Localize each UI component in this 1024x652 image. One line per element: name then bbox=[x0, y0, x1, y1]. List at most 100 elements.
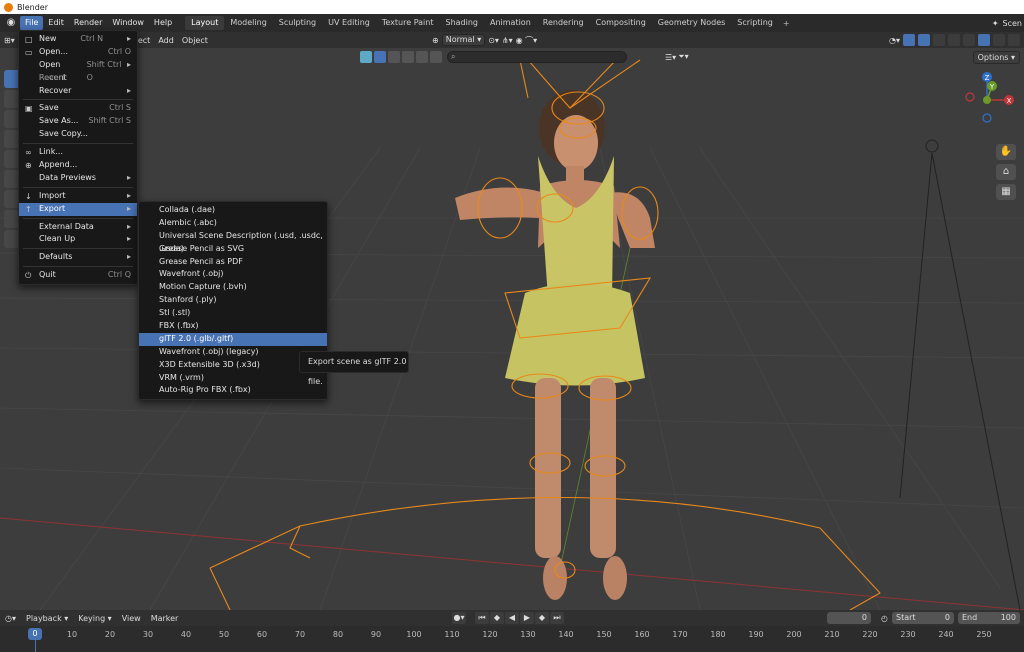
file-menu-recover[interactable]: Recover ▸ bbox=[19, 85, 137, 98]
file-menu-open-recent[interactable]: Open Recent Shift Ctrl O ▸ bbox=[19, 59, 137, 82]
export-stanford-ply[interactable]: Stanford (.ply) bbox=[139, 294, 327, 307]
scene-selector[interactable]: ✦ Scen bbox=[992, 19, 1024, 28]
shading-material-icon[interactable] bbox=[978, 34, 990, 46]
timeline-menu-keying[interactable]: Keying ▾ bbox=[73, 614, 116, 623]
shading-wireframe-icon[interactable] bbox=[948, 34, 960, 46]
file-menu-save[interactable]: ▣ Save Ctrl S bbox=[19, 102, 137, 115]
menu-object[interactable]: Object bbox=[178, 36, 212, 45]
file-menu-import[interactable]: ↓ Import ▸ bbox=[19, 190, 137, 203]
select-box-icon[interactable] bbox=[374, 51, 386, 63]
start-frame-field[interactable]: Start 0 bbox=[892, 612, 954, 624]
prev-keyframe-icon[interactable]: ◆ bbox=[490, 612, 504, 624]
end-frame-field[interactable]: End 100 bbox=[958, 612, 1020, 624]
gizmo-neg-y[interactable] bbox=[983, 96, 991, 104]
select-mode2-icon[interactable] bbox=[402, 51, 414, 63]
tab-sculpting[interactable]: Sculpting bbox=[273, 16, 322, 30]
file-menu-link[interactable]: ∞ Link... bbox=[19, 146, 137, 159]
jump-start-icon[interactable]: ⏮ bbox=[475, 612, 489, 624]
gizmo-neg-z[interactable] bbox=[982, 113, 992, 123]
timeline-ruler[interactable]: 0 10 20 30 40 50 60 70 80 90 100 110 120… bbox=[0, 626, 1024, 652]
playback-controls: ●▾ ⏮ ◆ ◀ ▶ ◆ ⏭ bbox=[452, 612, 564, 624]
tab-uv-editing[interactable]: UV Editing bbox=[322, 16, 376, 30]
pause-icon[interactable] bbox=[1008, 34, 1020, 46]
next-keyframe-icon[interactable]: ◆ bbox=[535, 612, 549, 624]
export-vrm[interactable]: VRM (.vrm) bbox=[139, 372, 327, 385]
blender-menu-icon[interactable]: ◉ bbox=[4, 16, 18, 30]
overlay-toggle-icon[interactable] bbox=[918, 34, 930, 46]
file-menu-open[interactable]: ▭ Open... Ctrl O bbox=[19, 46, 137, 59]
orientation-dropdown[interactable]: Normal ▾ bbox=[441, 34, 486, 46]
visibility-icon[interactable]: ◔▾ bbox=[889, 36, 900, 45]
select-mode4-icon[interactable] bbox=[430, 51, 442, 63]
current-frame-field[interactable]: 0 bbox=[827, 612, 872, 624]
menu-add[interactable]: Add bbox=[154, 36, 178, 45]
editor-type-icon[interactable]: ⊞▾ bbox=[0, 36, 19, 45]
file-menu-data-previews[interactable]: Data Previews ▸ bbox=[19, 172, 137, 185]
export-wavefront-obj[interactable]: Wavefront (.obj) bbox=[139, 268, 327, 281]
filter-icon[interactable]: ⏷▾ bbox=[678, 52, 688, 62]
timeline-menu-marker[interactable]: Marker bbox=[146, 614, 184, 623]
file-menu-append[interactable]: ⊕ Append... bbox=[19, 159, 137, 172]
menu-window[interactable]: Window bbox=[107, 16, 149, 30]
clock-icon[interactable]: ◷▾ bbox=[0, 614, 21, 623]
jump-end-icon[interactable]: ⏭ bbox=[550, 612, 564, 624]
menu-edit[interactable]: Edit bbox=[43, 16, 69, 30]
file-menu-defaults[interactable]: Defaults ▸ bbox=[19, 251, 137, 264]
export-gltf[interactable]: glTF 2.0 (.glb/.gltf) bbox=[139, 332, 327, 346]
tab-shading[interactable]: Shading bbox=[439, 16, 484, 30]
file-menu-export[interactable]: ↑ Export ▸ bbox=[19, 202, 137, 216]
tab-animation[interactable]: Animation bbox=[484, 16, 537, 30]
export-fbx[interactable]: FBX (.fbx) bbox=[139, 320, 327, 333]
export-usd[interactable]: Universal Scene Description (.usd, .usdc… bbox=[139, 230, 327, 253]
file-menu-save-as[interactable]: Save As... Shift Ctrl S bbox=[19, 115, 137, 128]
play-reverse-icon[interactable]: ◀ bbox=[505, 612, 519, 624]
export-auto-rig-pro-fbx[interactable]: Auto-Rig Pro FBX (.fbx) bbox=[139, 384, 327, 397]
record-icon[interactable]: ●▾ bbox=[452, 612, 466, 624]
object-type-icon[interactable] bbox=[360, 51, 372, 63]
file-menu-new[interactable]: □ New Ctrl N ▸ bbox=[19, 33, 137, 46]
menu-render[interactable]: Render bbox=[69, 16, 107, 30]
tab-compositing[interactable]: Compositing bbox=[590, 16, 652, 30]
export-stl[interactable]: Stl (.stl) bbox=[139, 307, 327, 320]
tab-rendering[interactable]: Rendering bbox=[537, 16, 590, 30]
export-grease-pencil-svg[interactable]: Grease Pencil as SVG bbox=[139, 243, 327, 256]
ortho-grid-icon[interactable]: ▦ bbox=[996, 184, 1016, 200]
pan-hand-icon[interactable]: ✋ bbox=[996, 144, 1016, 160]
tab-scripting[interactable]: Scripting bbox=[731, 16, 779, 30]
snap-icon[interactable]: ⋔▾ bbox=[502, 36, 513, 45]
shading-solid-icon[interactable] bbox=[963, 34, 975, 46]
tab-geometry-nodes[interactable]: Geometry Nodes bbox=[652, 16, 731, 30]
gizmo-neg-x[interactable] bbox=[965, 92, 975, 102]
stopwatch-icon[interactable]: ◴ bbox=[881, 614, 888, 623]
outliner-search-field[interactable]: ⌕ bbox=[447, 51, 627, 63]
file-menu-save-copy[interactable]: Save Copy... bbox=[19, 128, 137, 141]
export-collada[interactable]: Collada (.dae) bbox=[139, 204, 327, 217]
proportional-edit-icon[interactable]: ◉ ⌒▾ bbox=[516, 35, 538, 46]
options-dropdown[interactable]: Options ▾ bbox=[972, 51, 1020, 64]
xray-icon[interactable] bbox=[933, 34, 945, 46]
play-icon[interactable]: ▶ bbox=[520, 612, 534, 624]
gizmo-toggle-icon[interactable] bbox=[903, 34, 915, 46]
shading-rendered-icon[interactable] bbox=[993, 34, 1005, 46]
file-menu-clean-up[interactable]: Clean Up ▸ bbox=[19, 233, 137, 246]
menu-help[interactable]: Help bbox=[149, 16, 177, 30]
export-grease-pencil-pdf[interactable]: Grease Pencil as PDF bbox=[139, 256, 327, 269]
timeline-menu-playback[interactable]: Playback ▾ bbox=[21, 614, 73, 623]
filter-list-icon[interactable]: ☰▾ bbox=[665, 53, 676, 62]
tab-texture-paint[interactable]: Texture Paint bbox=[376, 16, 440, 30]
file-menu-quit[interactable]: ⏻ Quit Ctrl Q bbox=[19, 269, 137, 282]
file-menu-external-data[interactable]: External Data ▸ bbox=[19, 221, 137, 234]
timeline-menu-view[interactable]: View bbox=[117, 614, 146, 623]
menu-file[interactable]: File bbox=[20, 16, 44, 30]
export-motion-capture[interactable]: Motion Capture (.bvh) bbox=[139, 281, 327, 294]
tab-modeling[interactable]: Modeling bbox=[224, 16, 272, 30]
select-mode-icon[interactable] bbox=[388, 51, 400, 63]
tab-layout[interactable]: Layout bbox=[185, 16, 225, 30]
add-workspace-icon[interactable]: + bbox=[779, 19, 794, 28]
playhead-frame[interactable]: 0 bbox=[28, 628, 42, 640]
camera-view-icon[interactable]: ⌂ bbox=[996, 164, 1016, 180]
pivot-icon[interactable]: ⊙▾ bbox=[488, 36, 499, 45]
export-alembic[interactable]: Alembic (.abc) bbox=[139, 217, 327, 230]
folder-icon: ▭ bbox=[25, 47, 33, 57]
select-mode3-icon[interactable] bbox=[416, 51, 428, 63]
